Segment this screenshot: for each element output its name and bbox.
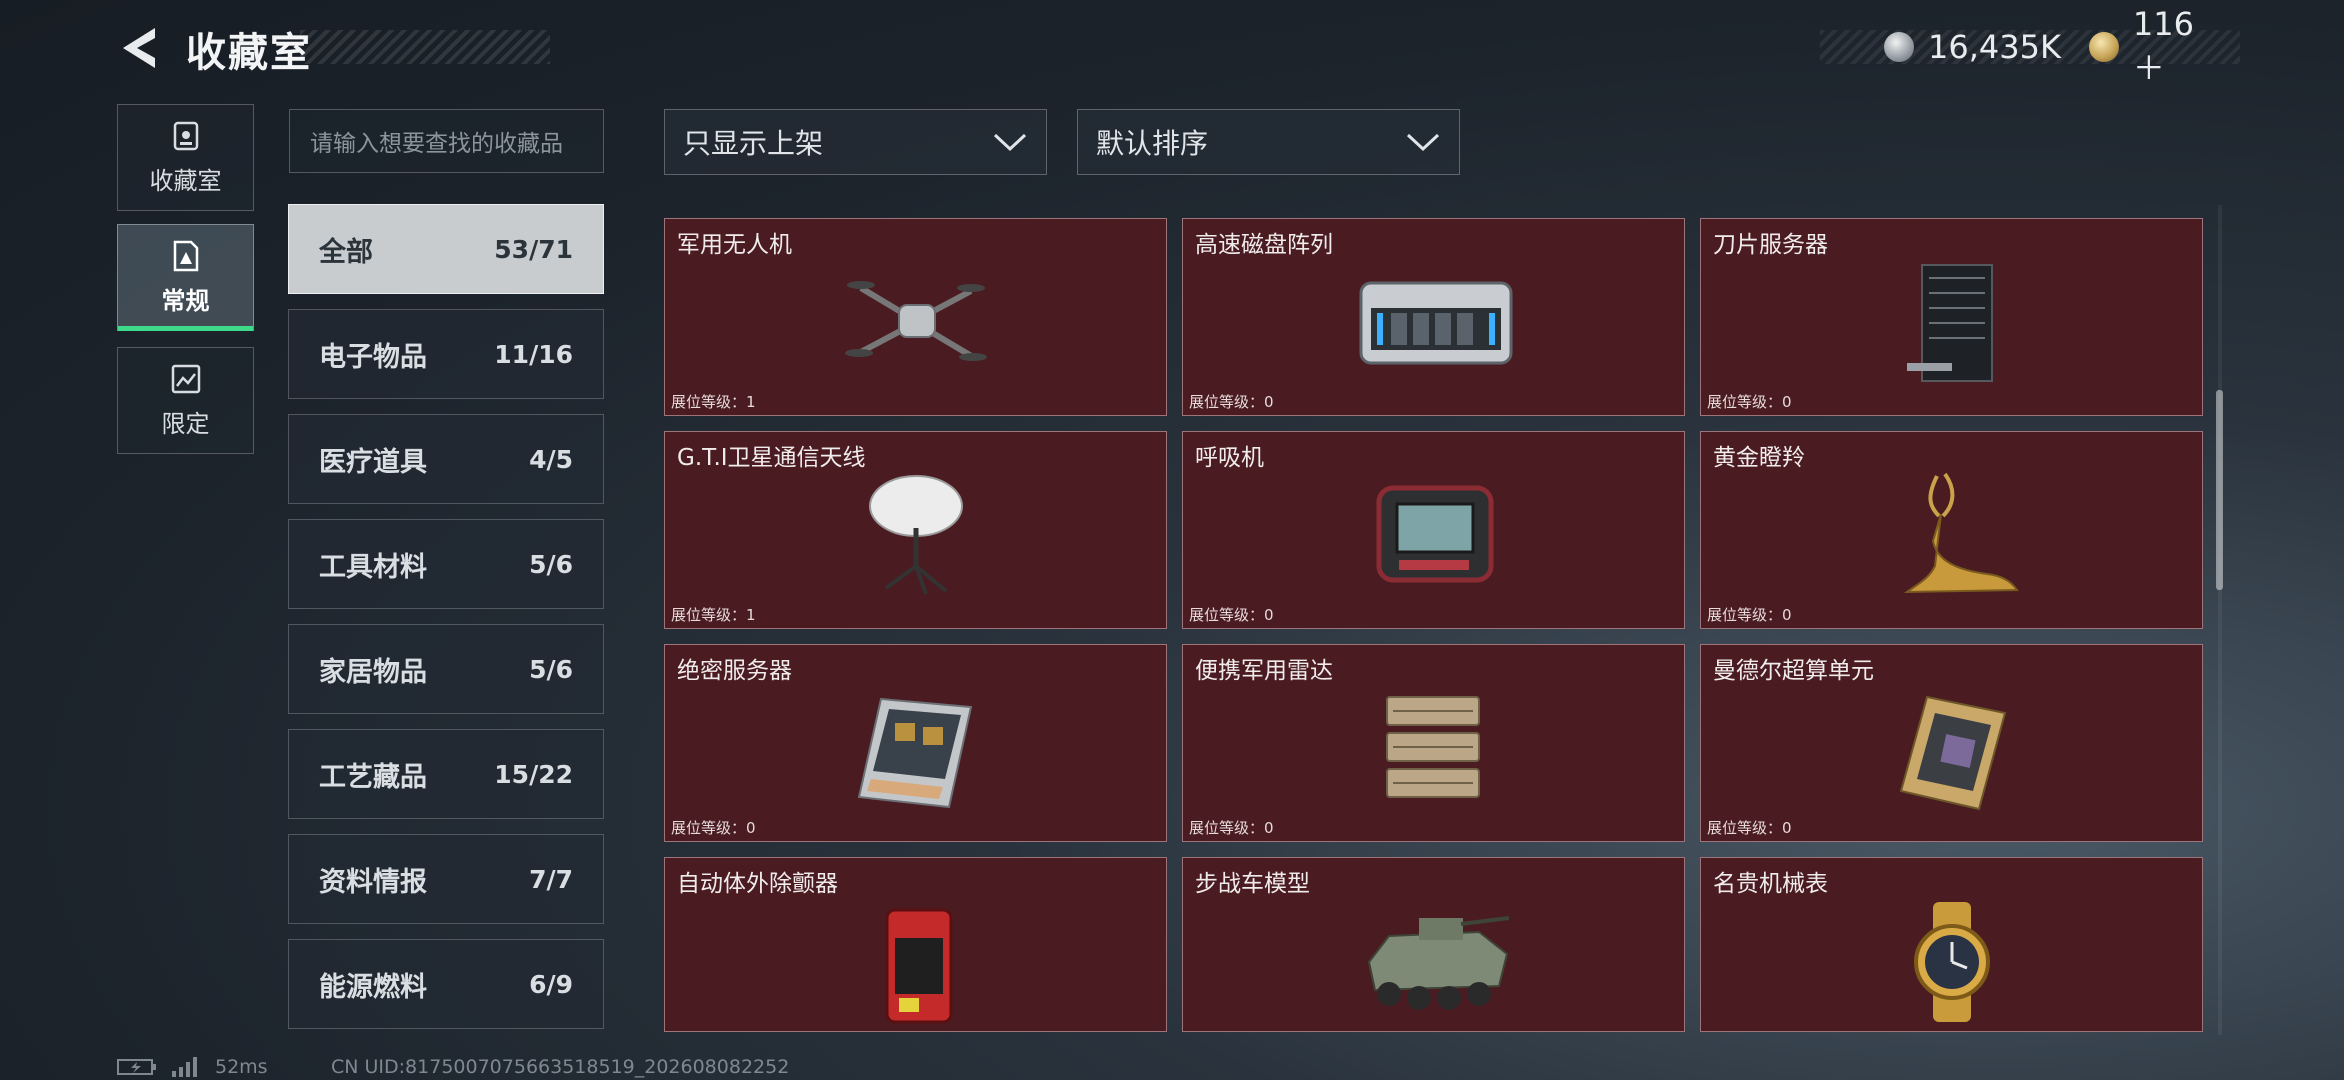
- category-name: 工艺藏品: [319, 761, 427, 793]
- item-card[interactable]: 曼德尔超算单元 展位等级：0: [1700, 644, 2203, 842]
- scrollbar-thumb[interactable]: [2216, 390, 2223, 590]
- category-household[interactable]: 家居物品 5/6: [288, 624, 604, 714]
- category-energy[interactable]: 能源燃料 6/9: [288, 939, 604, 1029]
- scrollbar-track: [2218, 205, 2222, 1035]
- user-uid: CN UID:8175007075663518519_202608082252: [331, 1056, 790, 1078]
- item-level: 展位等级：0: [1707, 393, 1792, 411]
- page-title: 收藏室: [186, 30, 312, 76]
- category-electronics[interactable]: 电子物品 11/16: [288, 309, 604, 399]
- item-card[interactable]: 步战车模型: [1182, 857, 1685, 1032]
- ifv-model-icon: [1367, 916, 1509, 1010]
- defibrillator-icon: [885, 908, 952, 1024]
- category-name: 能源燃料: [319, 971, 427, 1003]
- title-decoration: [300, 30, 550, 64]
- nav-label: 常规: [161, 287, 210, 315]
- nav-label: 收藏室: [149, 167, 222, 195]
- supercomputer-unit-icon: [1899, 695, 2006, 811]
- silver-coin-icon: [1884, 32, 1914, 62]
- collection-room-icon: [173, 121, 198, 151]
- regular-icon: [173, 240, 198, 272]
- status-footer: 52ms: [117, 1056, 268, 1078]
- item-card[interactable]: 刀片服务器 展位等级：0: [1700, 218, 2203, 416]
- item-level: 展位等级：1: [671, 393, 756, 411]
- secret-server-icon: [857, 697, 972, 809]
- category-name: 家居物品: [319, 656, 427, 688]
- category-name: 资料情报: [319, 866, 427, 898]
- item-level: 展位等级：0: [1189, 819, 1274, 837]
- item-name: 高速磁盘阵列: [1195, 232, 1333, 258]
- category-count: 15/22: [494, 759, 573, 789]
- category-tools[interactable]: 工具材料 5/6: [288, 519, 604, 609]
- item-card[interactable]: 高速磁盘阵列 展位等级：0: [1182, 218, 1685, 416]
- item-card[interactable]: 名贵机械表: [1700, 857, 2203, 1032]
- chevron-down-icon: [993, 133, 1027, 152]
- item-name: 呼吸机: [1195, 445, 1264, 471]
- item-name: 便携军用雷达: [1195, 658, 1333, 684]
- category-count: 7/7: [529, 864, 573, 894]
- category-all[interactable]: 全部 53/71: [288, 204, 604, 294]
- sort-label: 默认排序: [1096, 127, 1209, 160]
- golden-gazelle-icon: [1903, 472, 2019, 594]
- item-card[interactable]: 自动体外除颤器: [664, 857, 1167, 1032]
- item-name: 刀片服务器: [1713, 232, 1828, 258]
- item-level: 展位等级：0: [1707, 606, 1792, 624]
- category-count: 53/71: [494, 234, 573, 264]
- signal-icon: [172, 1057, 197, 1077]
- category-count: 5/6: [529, 549, 573, 579]
- category-name: 医疗道具: [319, 446, 427, 478]
- item-name: 黄金瞪羚: [1713, 445, 1805, 471]
- category-name: 电子物品: [319, 341, 427, 373]
- item-card[interactable]: G.T.I卫星通信天线 展位等级：1: [664, 431, 1167, 629]
- ping-value: 52ms: [215, 1056, 268, 1078]
- item-name: 曼德尔超算单元: [1713, 658, 1874, 684]
- item-name: 绝密服务器: [677, 658, 792, 684]
- item-name: 名贵机械表: [1713, 871, 1828, 897]
- currency-bar: 16,435K 116＋: [1820, 5, 2240, 87]
- item-level: 展位等级：0: [1189, 393, 1274, 411]
- nav-regular[interactable]: 常规: [117, 224, 254, 331]
- radar-icon: [1385, 696, 1480, 798]
- show-filter-label: 只显示上架: [683, 127, 824, 160]
- limited-icon: [171, 364, 200, 394]
- item-name: 军用无人机: [677, 232, 792, 258]
- blade-server-icon: [1906, 264, 1993, 382]
- ventilator-icon: [1376, 485, 1493, 583]
- satellite-antenna-icon: [868, 475, 963, 595]
- nav-limited[interactable]: 限定: [117, 347, 254, 454]
- chevron-down-icon: [1406, 133, 1440, 152]
- item-level: 展位等级：0: [671, 819, 756, 837]
- back-arrow-icon[interactable]: [115, 24, 163, 72]
- category-count: 6/9: [529, 969, 573, 999]
- item-level: 展位等级：1: [671, 606, 756, 624]
- sort-dropdown[interactable]: 默认排序: [1077, 109, 1460, 175]
- battery-icon: [117, 1059, 156, 1075]
- item-name: 自动体外除颤器: [677, 871, 838, 897]
- item-name: 步战车模型: [1195, 871, 1310, 897]
- nav-label: 限定: [161, 410, 210, 438]
- item-card[interactable]: 绝密服务器 展位等级：0: [664, 644, 1167, 842]
- category-crafts[interactable]: 工艺藏品 15/22: [288, 729, 604, 819]
- silver-currency-value: 16,435K: [1927, 28, 2061, 66]
- item-card[interactable]: 呼吸机 展位等级：0: [1182, 431, 1685, 629]
- gold-currency-value[interactable]: 116＋: [2133, 5, 2226, 89]
- item-level: 展位等级：0: [1707, 819, 1792, 837]
- category-name: 工具材料: [319, 551, 427, 583]
- drone-icon: [844, 281, 987, 361]
- gold-coin-icon: [2088, 32, 2119, 62]
- search-input[interactable]: 请输入想要查找的收藏品: [289, 109, 604, 173]
- item-level: 展位等级：0: [1189, 606, 1274, 624]
- show-filter-dropdown[interactable]: 只显示上架: [664, 109, 1047, 175]
- luxury-watch-icon: [1913, 902, 1990, 1022]
- category-intel[interactable]: 资料情报 7/7: [288, 834, 604, 924]
- category-name: 全部: [319, 236, 373, 268]
- nav-collection-room[interactable]: 收藏室: [117, 104, 254, 211]
- category-count: 4/5: [529, 444, 573, 474]
- category-count: 11/16: [494, 339, 573, 369]
- disk-array-icon: [1359, 281, 1512, 365]
- item-card[interactable]: 军用无人机 展位等级：1: [664, 218, 1167, 416]
- item-card[interactable]: 便携军用雷达 展位等级：0: [1182, 644, 1685, 842]
- item-card[interactable]: 黄金瞪羚 展位等级：0: [1700, 431, 2203, 629]
- category-medical[interactable]: 医疗道具 4/5: [288, 414, 604, 504]
- category-count: 5/6: [529, 654, 573, 684]
